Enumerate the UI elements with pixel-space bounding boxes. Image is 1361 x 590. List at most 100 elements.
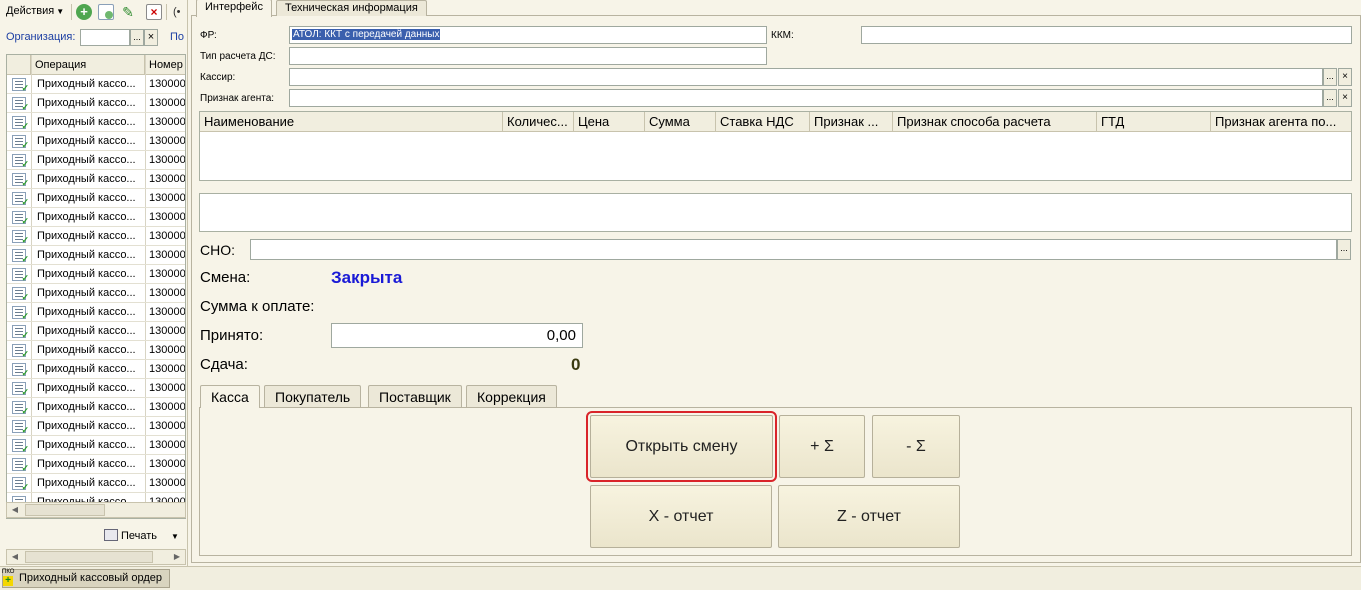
column-number[interactable]: Номер bbox=[145, 55, 185, 75]
tab-interface[interactable]: Интерфейс bbox=[196, 0, 272, 17]
agent-select-button[interactable]: ... bbox=[1323, 89, 1337, 107]
row-number: 130000 bbox=[149, 306, 186, 318]
row-operation: Приходный кассо... bbox=[37, 458, 136, 470]
received-label: Принято: bbox=[200, 327, 264, 344]
sno-select-button[interactable]: ... bbox=[1337, 239, 1351, 260]
list-item[interactable]: Приходный кассо... 130000 bbox=[7, 227, 185, 246]
filter-link[interactable]: По bbox=[170, 31, 184, 43]
column-payment-method[interactable]: Признак способа расчета bbox=[893, 112, 1097, 132]
list-item[interactable]: Приходный кассо... 130000 bbox=[7, 284, 185, 303]
x-report-button[interactable]: X - отчет bbox=[590, 485, 772, 548]
row-operation: Приходный кассо... bbox=[37, 211, 136, 223]
copy-icon[interactable] bbox=[98, 4, 114, 20]
scroll-left-icon[interactable]: ◀ bbox=[7, 503, 23, 517]
list-item[interactable]: Приходный кассо... 130000 bbox=[7, 170, 185, 189]
organization-select-button[interactable]: ... bbox=[130, 29, 144, 46]
chevron-down-icon: ▼ bbox=[56, 7, 65, 16]
list-item[interactable]: Приходный кассо... 130000 bbox=[7, 246, 186, 265]
cash-withdraw-button[interactable]: - Σ bbox=[872, 415, 960, 478]
column-name[interactable]: Наименование bbox=[200, 112, 503, 132]
row-number: 130000 bbox=[149, 249, 186, 261]
scroll-left-icon[interactable]: ◀ bbox=[7, 550, 23, 564]
cashier-select-button[interactable]: ... bbox=[1323, 68, 1337, 86]
z-report-button[interactable]: Z - отчет bbox=[778, 485, 960, 548]
comment-textbox[interactable] bbox=[199, 193, 1352, 232]
column-price[interactable]: Цена bbox=[574, 112, 645, 132]
row-number: 130000 bbox=[149, 268, 186, 280]
list-item[interactable]: Приходный кассо... 130000 bbox=[7, 94, 185, 113]
payment-type-field[interactable] bbox=[289, 47, 767, 65]
actions-menu-button[interactable]: Действия ▼ bbox=[2, 2, 68, 22]
list-item[interactable]: Приходный кассо... 130000 bbox=[7, 417, 185, 436]
list-item[interactable]: Приходный кассо... 130000 bbox=[7, 360, 185, 379]
cash-order-icon: ПКО + bbox=[2, 569, 15, 586]
list-item[interactable]: Приходный кассо... 130000 bbox=[7, 265, 186, 284]
list-item[interactable]: Приходный кассо... 130000 bbox=[7, 151, 185, 170]
agent-clear-button[interactable]: × bbox=[1338, 89, 1352, 107]
document-posted-icon bbox=[12, 477, 29, 493]
row-number: 130000 bbox=[149, 135, 186, 147]
list-item[interactable]: Приходный кассо... 130000 bbox=[7, 303, 186, 322]
shift-status-value: Закрыта bbox=[331, 268, 403, 287]
list-item[interactable]: Приходный кассо... 130000 bbox=[7, 75, 185, 94]
list-item[interactable]: Приходный кассо... 130000 bbox=[7, 436, 185, 455]
scroll-right-icon[interactable]: ▶ bbox=[169, 550, 185, 564]
list-item[interactable]: Приходный кассо... 130000 bbox=[7, 208, 186, 227]
kkm-field[interactable] bbox=[861, 26, 1352, 44]
list-item[interactable]: Приходный кассо... 130000 bbox=[7, 132, 186, 151]
taskbar-item-cash-order[interactable]: Приходный кассовый ордер bbox=[2, 569, 170, 588]
tab-correction[interactable]: Коррекция bbox=[466, 385, 557, 407]
navigate-icon[interactable]: (• bbox=[173, 4, 187, 20]
tab-buyer[interactable]: Покупатель bbox=[264, 385, 362, 407]
list-item[interactable]: Приходный кассо... 130000 bbox=[7, 455, 185, 474]
tab-supplier[interactable]: Поставщик bbox=[368, 385, 462, 407]
change-value: 0 bbox=[571, 355, 581, 374]
column-quantity[interactable]: Количес... bbox=[503, 112, 574, 132]
fr-value: АТОЛ: ККТ с передачей данных bbox=[292, 29, 441, 40]
document-posted-icon bbox=[12, 363, 29, 379]
scroll-thumb[interactable] bbox=[25, 504, 105, 516]
column-sum[interactable]: Сумма bbox=[645, 112, 716, 132]
printer-icon bbox=[104, 529, 118, 541]
cashier-clear-button[interactable]: × bbox=[1338, 68, 1352, 86]
print-button[interactable]: Печать ▼ bbox=[104, 529, 179, 547]
cash-deposit-button[interactable]: + Σ bbox=[779, 415, 865, 478]
tab-technical-info[interactable]: Техническая информация bbox=[276, 0, 427, 16]
scroll-thumb[interactable] bbox=[25, 551, 153, 563]
organization-filter-input[interactable] bbox=[80, 29, 130, 46]
column-gtd[interactable]: ГТД bbox=[1097, 112, 1211, 132]
column-agent-sign[interactable]: Признак агента по... bbox=[1211, 112, 1351, 132]
received-input[interactable]: 0,00 bbox=[331, 323, 583, 348]
list-item[interactable]: Приходный кассо... 130000 bbox=[7, 189, 185, 208]
column-operation[interactable]: Операция bbox=[31, 55, 145, 75]
row-number: 130000 bbox=[149, 211, 186, 223]
list-horizontal-scrollbar[interactable]: ◀ bbox=[6, 502, 186, 518]
list-item[interactable]: Приходный кассо... 130000 bbox=[7, 322, 185, 341]
list-item[interactable]: Приходный кассо... 130000 bbox=[7, 341, 185, 360]
document-posted-icon bbox=[12, 249, 29, 265]
column-subject-sign[interactable]: Признак ... bbox=[810, 112, 893, 132]
organization-clear-button[interactable]: × bbox=[144, 29, 158, 46]
edit-icon[interactable]: ✎ bbox=[120, 4, 136, 20]
list-item[interactable]: Приходный кассо... 130000 bbox=[7, 474, 185, 493]
agent-field[interactable] bbox=[289, 89, 1323, 107]
row-operation: Приходный кассо... bbox=[37, 401, 136, 413]
column-vat-rate[interactable]: Ставка НДС bbox=[716, 112, 810, 132]
row-operation: Приходный кассо... bbox=[37, 173, 136, 185]
fr-field[interactable]: АТОЛ: ККТ с передачей данных bbox=[289, 26, 767, 44]
tab-cash[interactable]: Касса bbox=[200, 385, 260, 408]
list-item[interactable]: Приходный кассо... 130000 bbox=[7, 379, 185, 398]
kkm-label: ККМ: bbox=[771, 30, 794, 41]
agent-label: Признак агента: bbox=[200, 93, 275, 104]
open-shift-button[interactable]: Открыть смену bbox=[586, 411, 777, 482]
delete-icon[interactable]: × bbox=[146, 4, 162, 20]
sno-field[interactable] bbox=[250, 239, 1337, 260]
list-item[interactable]: Приходный кассо... 130000 bbox=[7, 398, 185, 417]
cashier-field[interactable] bbox=[289, 68, 1323, 86]
list-item[interactable]: Приходный кассо... 130000 bbox=[7, 113, 185, 132]
panel-horizontal-scrollbar[interactable]: ◀ ▶ bbox=[6, 549, 186, 565]
row-operation: Приходный кассо... bbox=[37, 287, 136, 299]
document-list-panel: Действия ▼ + ✎ × (• Организация: ... × По… bbox=[0, 0, 188, 566]
row-operation: Приходный кассо... bbox=[37, 192, 136, 204]
add-icon[interactable]: + bbox=[76, 4, 92, 20]
